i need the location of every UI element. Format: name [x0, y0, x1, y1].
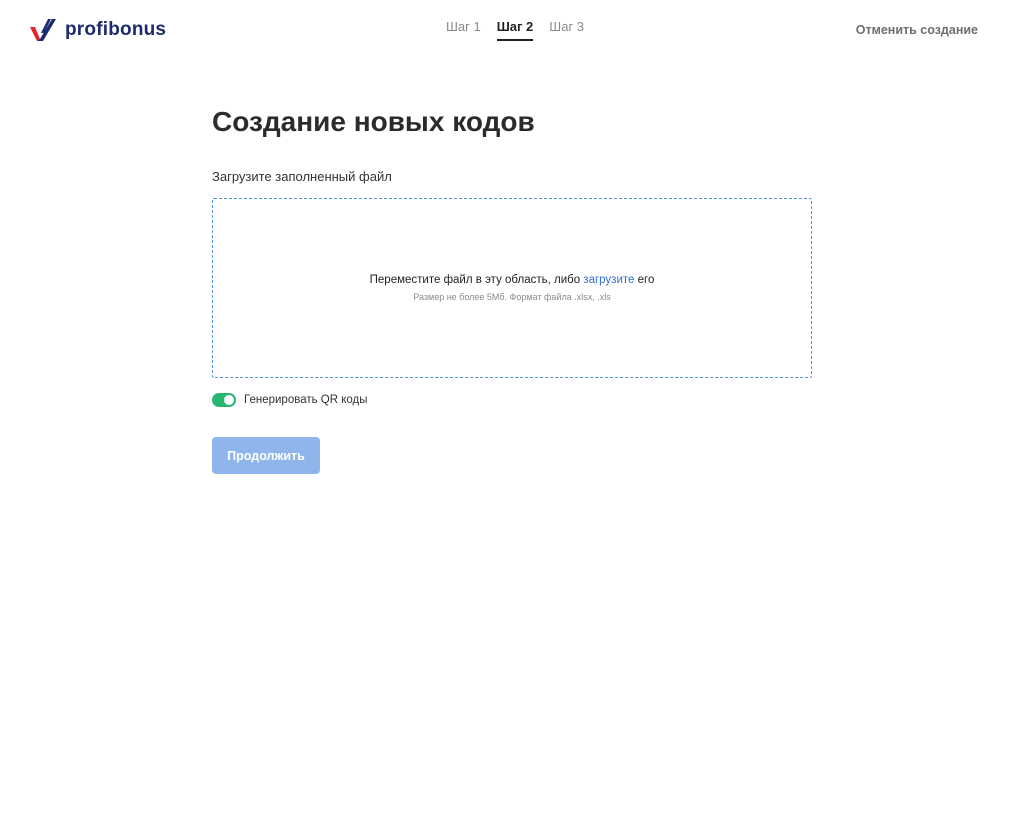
page-title: Создание новых кодов: [212, 106, 535, 137]
top-header: profibonus Шаг 1 Шаг 2 Шаг 3 Отменить со…: [0, 0, 1024, 60]
dropzone-text: Переместите файл в эту область, либо заг…: [370, 274, 655, 286]
toggle-knob: [224, 395, 234, 405]
qr-codes-toggle[interactable]: [212, 393, 236, 407]
logo-text: profibonus: [65, 19, 167, 40]
qr-toggle-row: Генерировать QR коды: [212, 393, 812, 407]
upload-file-link[interactable]: загрузите: [583, 274, 634, 286]
logo[interactable]: profibonus: [30, 19, 166, 41]
main-content: Создание новых кодов Загрузите заполненн…: [212, 104, 812, 474]
profibonus-logo-icon: [30, 19, 56, 41]
qr-toggle-label: Генерировать QR коды: [244, 394, 368, 406]
dropzone-text-before: Переместите файл в эту область, либо: [369, 274, 584, 286]
step-tabs: Шаг 1 Шаг 2 Шаг 3: [446, 19, 584, 41]
dropzone-text-after: его: [634, 274, 655, 286]
file-dropzone[interactable]: Переместите файл в эту область, либо заг…: [212, 198, 812, 378]
continue-button[interactable]: Продолжить: [212, 437, 320, 474]
upload-label: Загрузите заполненный файл: [212, 169, 392, 184]
tab-step-3[interactable]: Шаг 3: [549, 19, 584, 41]
dropzone-hint: Размер не более 5Мб. Формат файла .xlsx,…: [413, 292, 611, 302]
cancel-creation-link[interactable]: Отменить создание: [856, 23, 978, 37]
tab-step-1[interactable]: Шаг 1: [446, 19, 481, 41]
tab-step-2[interactable]: Шаг 2: [496, 19, 534, 41]
